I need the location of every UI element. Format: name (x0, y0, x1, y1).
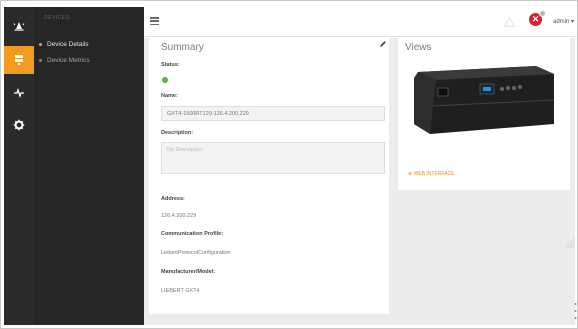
address-value: 126.4.200.229 (161, 213, 197, 219)
rail-item-devices[interactable] (4, 46, 34, 74)
comm-profile-value: LiebertProtocolConfiguration (161, 250, 231, 256)
rail-item-alarms[interactable] (4, 13, 34, 41)
comm-profile-label: Communication Profile: (161, 231, 224, 237)
summary-card: Summary Status: Name: GXT4-1500RT120-126… (149, 38, 389, 314)
web-interface-link[interactable]: ⊕ WEB INTERFACE (408, 171, 454, 177)
gear-icon (13, 119, 25, 131)
pulse-icon (14, 87, 24, 99)
watermark-triangle-icon (564, 237, 575, 248)
address-label: Address: (161, 196, 185, 202)
subnav-item-device-details[interactable]: Device Details (39, 38, 89, 50)
warning-icon[interactable] (504, 17, 515, 27)
manufacturer-value: LIEBERT GXT4 (161, 288, 200, 294)
icon-rail (4, 7, 34, 325)
ups-device-image (414, 66, 555, 134)
bullet-icon (39, 58, 42, 62)
edit-pencil-icon[interactable] (379, 40, 387, 48)
status-label: Status: (161, 62, 180, 68)
subnav-item-device-metrics[interactable]: Device Metrics (39, 54, 90, 66)
subnav-item-label: Device Details (47, 40, 89, 48)
views-card: Views ⊕ WEB INTERFACE (398, 38, 570, 190)
description-field[interactable]: No Description (161, 142, 385, 174)
app-window: DEVICES Device Details Device Metrics ✕ … (0, 0, 578, 329)
scroll-grip-icon[interactable] (574, 301, 577, 321)
alarm-bell-icon (13, 22, 25, 31)
name-field[interactable]: GXT4-1500RT120-126.4.200.229 (161, 106, 385, 121)
manufacturer-label: Manufacturer/Model: (161, 269, 216, 275)
main-content: Summary Status: Name: GXT4-1500RT120-126… (144, 38, 575, 325)
subnav-item-label: Device Metrics (47, 56, 90, 64)
devices-icon (15, 55, 23, 65)
views-title: Views (405, 42, 432, 53)
hamburger-icon[interactable] (150, 17, 159, 25)
description-label: Description: (161, 130, 194, 136)
subnav-section-title: DEVICES (44, 15, 70, 21)
status-ok-icon (162, 77, 168, 83)
name-label: Name: (161, 93, 178, 99)
bullet-icon (39, 42, 42, 46)
rail-item-settings[interactable] (4, 111, 34, 139)
summary-title: Summary (161, 42, 204, 53)
rail-item-metrics[interactable] (4, 79, 34, 107)
user-menu[interactable]: admin ▾ (553, 18, 574, 25)
top-bar: ✕ admin ▾ (144, 7, 577, 37)
sub-navigation: DEVICES Device Details Device Metrics (34, 7, 144, 325)
alarm-count-badge (539, 10, 546, 17)
